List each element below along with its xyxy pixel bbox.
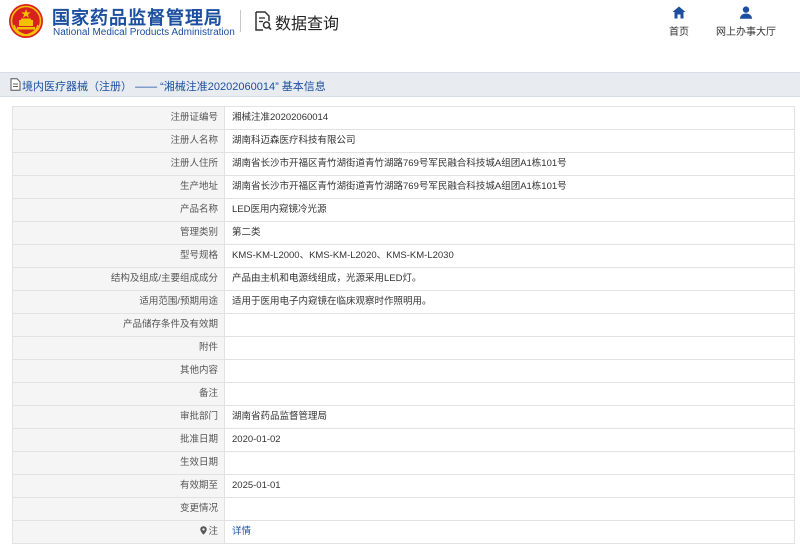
note-label: 注 [208,526,218,537]
row-label: 备注 [12,382,225,406]
note-value-cell: 详情 [224,520,795,544]
row-label: 生效日期 [12,451,225,475]
table-row: 注册人名称 湖南科迈森医疗科技有限公司 [12,129,795,153]
table-row: 有效期至 2025-01-01 [12,474,795,498]
page-title: 数据查询 [275,16,340,33]
row-label: 产品名称 [12,198,225,222]
detail-title: 境内医疗器械（注册） —— “湘械注准20202060014” 基本信息 [22,78,326,94]
nav-online-hall-label: 网上办事大厅 [716,27,776,38]
user-icon [739,6,753,19]
table-row: 产品储存条件及有效期 [12,313,795,337]
row-value: 产品由主机和电源线组成，光源采用LED灯。 [224,267,795,291]
row-value: 湖南省长沙市开福区青竹湖街道青竹湖路769号军民融合科技城A组团A1栋101号 [224,152,795,176]
table-row: 变更情况 [12,497,795,521]
row-label: 生产地址 [12,175,225,199]
table-row: 结构及组成/主要组成成分 产品由主机和电源线组成，光源采用LED灯。 [12,267,795,291]
table-row: 注册人住所 湖南省长沙市开福区青竹湖街道青竹湖路769号军民融合科技城A组团A1栋… [12,152,795,176]
row-label: 型号规格 [12,244,225,268]
note-label-cell: 注 [12,520,225,544]
table-row: 管理类别 第二类 [12,221,795,245]
row-label: 管理类别 [12,221,225,245]
row-label: 结构及组成/主要组成成分 [12,267,225,291]
title-prefix: 境内医疗器械（注册） [22,81,132,93]
details-link[interactable]: 详情 [232,526,251,537]
row-value: 湖南省药品监督管理局 [224,405,795,429]
location-pin-icon [200,526,208,535]
row-value [224,313,795,337]
device-info-table: 注册证编号 湘械注准20202060014 注册人名称 湖南科迈森医疗科技有限公司 … [12,106,795,544]
row-label: 注册证编号 [12,106,225,130]
nav-home[interactable]: 首页 [664,6,694,38]
header-divider [240,10,241,32]
row-value [224,359,795,383]
nav-online-hall[interactable]: 网上办事大厅 [714,6,778,38]
table-row: 批准日期 2020-01-02 [12,428,795,452]
row-label: 批准日期 [12,428,225,452]
row-value [224,382,795,406]
table-row: 注册证编号 湘械注准20202060014 [12,106,795,130]
row-value: KMS-KM-L2000、KMS-KM-L2020、KMS-KM-L2030 [224,244,795,268]
table-row: 生效日期 [12,451,795,475]
document-search-icon [255,11,272,31]
agency-name-en: National Medical Products Administration [53,27,235,38]
row-label: 适用范围/预期用途 [12,290,225,314]
row-label: 附件 [12,336,225,360]
row-value [224,497,795,521]
table-row-note: 注 详情 [12,520,795,544]
row-value [224,451,795,475]
row-label: 注册人住所 [12,152,225,176]
national-emblem-icon [9,4,43,38]
row-label: 其他内容 [12,359,225,383]
row-value: 湘械注准20202060014 [224,106,795,130]
row-label: 有效期至 [12,474,225,498]
row-label: 审批部门 [12,405,225,429]
table-row: 型号规格 KMS-KM-L2000、KMS-KM-L2020、KMS-KM-L20… [12,244,795,268]
document-icon [10,78,21,91]
table-row: 附件 [12,336,795,360]
table-row: 适用范围/预期用途 适用于医用电子内窥镜在临床观察时作照明用。 [12,290,795,314]
title-suffix: “湘械注准20202060014” 基本信息 [160,81,326,93]
row-label: 变更情况 [12,497,225,521]
table-row: 审批部门 湖南省药品监督管理局 [12,405,795,429]
home-icon [672,6,686,19]
nav-home-label: 首页 [669,27,689,38]
table-row: 其他内容 [12,359,795,383]
row-value [224,336,795,360]
row-value: 2020-01-02 [224,428,795,452]
row-label: 产品储存条件及有效期 [12,313,225,337]
row-value: LED医用内窥镜冷光源 [224,198,795,222]
row-value: 第二类 [224,221,795,245]
detail-title-bar: 境内医疗器械（注册） —— “湘械注准20202060014” 基本信息 [0,72,800,97]
row-value: 适用于医用电子内窥镜在临床观察时作照明用。 [224,290,795,314]
row-value: 2025-01-01 [224,474,795,498]
row-value: 湖南省长沙市开福区青竹湖街道青竹湖路769号军民融合科技城A组团A1栋101号 [224,175,795,199]
row-value: 湖南科迈森医疗科技有限公司 [224,129,795,153]
table-row: 产品名称 LED医用内窥镜冷光源 [12,198,795,222]
row-label: 注册人名称 [12,129,225,153]
table-row: 生产地址 湖南省长沙市开福区青竹湖街道青竹湖路769号军民融合科技城A组团A1栋1… [12,175,795,199]
title-separator: —— [135,81,158,93]
site-header: 国家药品监督管理局 National Medical Products Admi… [0,0,800,56]
table-row: 备注 [12,382,795,406]
